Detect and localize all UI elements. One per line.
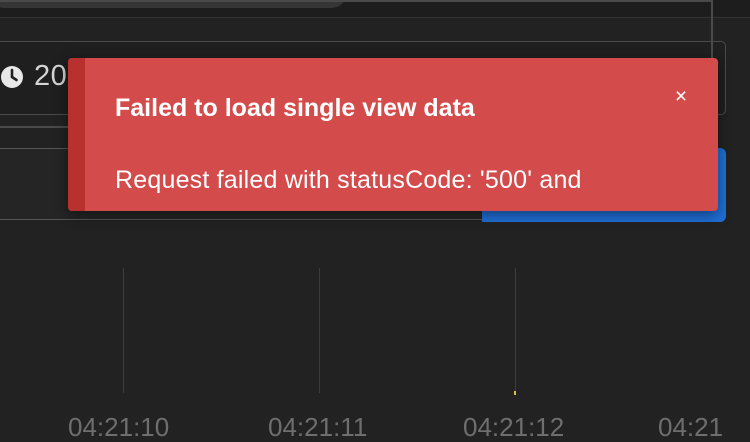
chart-gridline: [319, 268, 320, 393]
x-tick-label: 04:21: [658, 412, 724, 442]
x-tick-label: 04:21:10: [68, 412, 170, 442]
page: 20 04:21:10 04:21:11 04:21:12 04:21 Fail…: [0, 0, 750, 442]
chart-data-mark: [514, 391, 516, 395]
chart-gridline: [515, 268, 516, 393]
chart-panel: [0, 266, 714, 395]
chart-gridline: [123, 268, 124, 393]
toast-message: Request failed with statusCode: '500' an…: [115, 166, 582, 194]
close-icon[interactable]: ×: [670, 86, 692, 108]
error-toast: Failed to load single view data Request …: [68, 58, 718, 211]
toast-title: Failed to load single view data: [115, 94, 475, 122]
x-tick-label: 04:21:11: [268, 412, 368, 442]
toast-accent-stripe: [68, 58, 85, 211]
x-tick-label: 04:21:12: [463, 412, 565, 442]
